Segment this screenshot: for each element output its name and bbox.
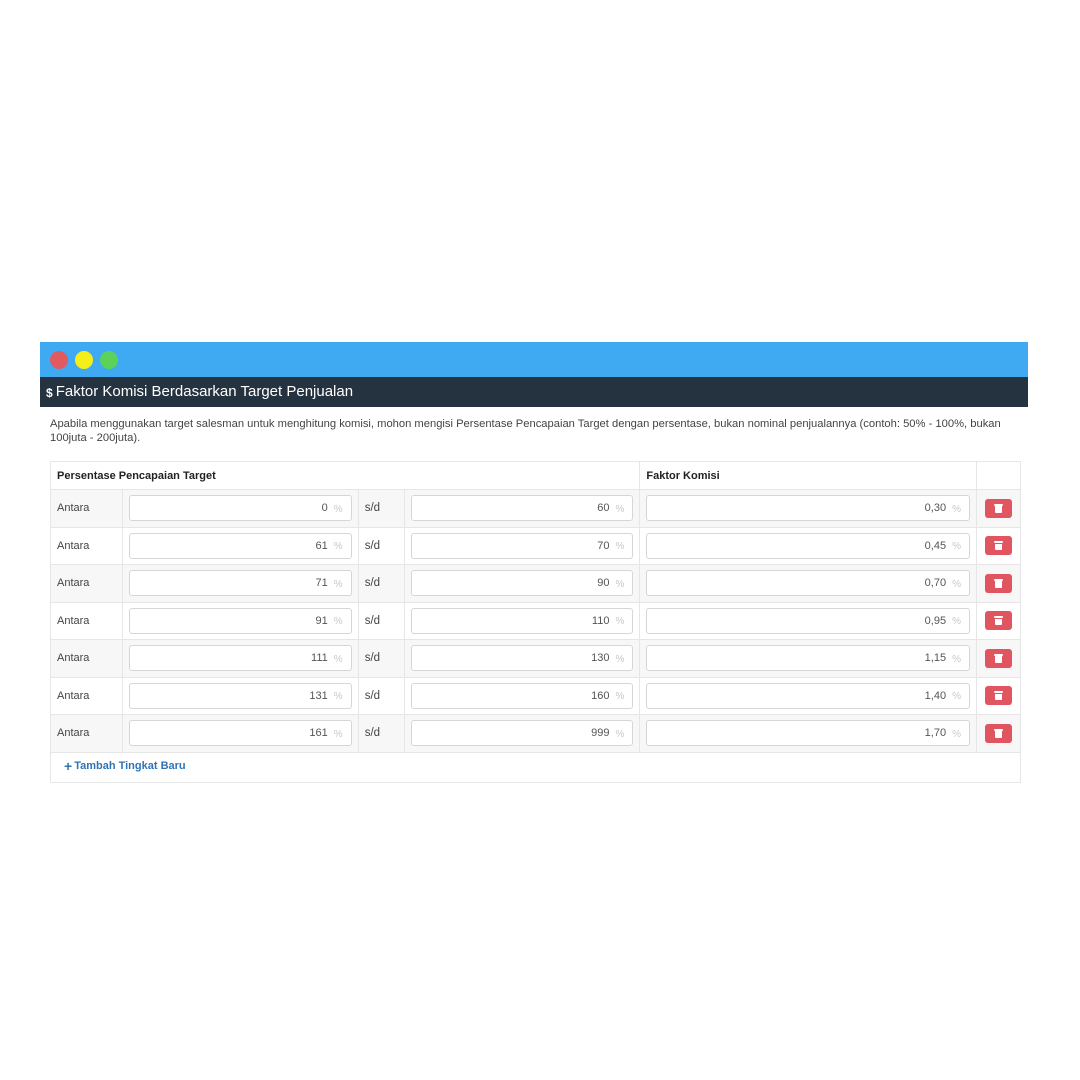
window-titlebar	[40, 342, 1028, 377]
percent-suffix: %	[615, 728, 625, 740]
target-to-input[interactable]: 70 %	[410, 532, 634, 559]
commission-factor-input[interactable]: 1,40 %	[646, 682, 970, 709]
percent-suffix: %	[333, 728, 343, 740]
row-label: Antara	[50, 601, 123, 640]
delete-tier-button[interactable]	[985, 611, 1012, 631]
commission-factor-input[interactable]: 1,70 %	[646, 720, 970, 747]
delete-tier-button[interactable]	[985, 498, 1012, 518]
percent-suffix: %	[333, 541, 343, 553]
range-separator: s/d	[357, 601, 405, 640]
table-row: Antara 111 % s/d 130 % 1,15 %	[50, 639, 1021, 678]
trash-icon	[994, 691, 1003, 701]
percent-suffix: %	[952, 541, 961, 553]
maximize-window-button[interactable]	[100, 351, 118, 369]
target-to-input[interactable]: 60 %	[410, 495, 634, 522]
target-from-input[interactable]: 161 %	[129, 720, 352, 747]
trash-icon	[994, 541, 1003, 551]
range-separator: s/d	[357, 714, 405, 753]
commission-factor-input[interactable]: 0,45 %	[646, 532, 970, 559]
target-to-input[interactable]: 110 %	[410, 607, 634, 634]
target-from-input[interactable]: 131 %	[129, 682, 352, 709]
target-from-input[interactable]: 71 %	[129, 570, 352, 597]
plus-icon: +	[64, 758, 73, 774]
trash-icon	[994, 578, 1003, 588]
range-separator: s/d	[357, 639, 405, 678]
trash-icon	[994, 616, 1003, 626]
commission-factor-input[interactable]: 0,70 %	[646, 570, 970, 597]
percent-suffix: %	[615, 503, 625, 515]
delete-tier-button[interactable]	[985, 573, 1012, 593]
trash-icon	[994, 653, 1003, 663]
commission-factor-input[interactable]: 0,95 %	[646, 607, 970, 634]
row-label: Antara	[50, 676, 123, 715]
add-tier-button[interactable]: + Tambah Tingkat Baru	[64, 758, 186, 774]
delete-tier-button[interactable]	[985, 648, 1012, 668]
percent-suffix: %	[333, 578, 343, 590]
table-row: Antara 161 % s/d 999 % 1,70 %	[50, 714, 1021, 753]
target-from-input[interactable]: 0 %	[129, 495, 352, 522]
delete-tier-button[interactable]	[985, 723, 1012, 743]
table-row: Antara 0 % s/d 60 % 0,30 %	[50, 489, 1021, 528]
percent-suffix: %	[333, 653, 343, 665]
header-actions	[976, 461, 1021, 490]
dollar-icon: $	[46, 386, 53, 400]
range-separator: s/d	[357, 564, 405, 603]
range-separator: s/d	[357, 676, 405, 715]
target-to-input[interactable]: 999 %	[410, 720, 634, 747]
target-to-input[interactable]: 130 %	[410, 645, 634, 672]
target-from-input[interactable]: 111 %	[129, 645, 352, 672]
table-row: Antara 131 % s/d 160 % 1,40 %	[50, 676, 1021, 715]
percent-suffix: %	[615, 578, 625, 590]
range-separator: s/d	[357, 489, 405, 528]
header-target-percentage: Persentase Pencapaian Target	[49, 461, 641, 490]
row-label: Antara	[50, 489, 123, 528]
row-label: Antara	[50, 564, 123, 603]
percent-suffix: %	[952, 691, 961, 703]
target-from-input[interactable]: 91 %	[129, 607, 352, 634]
instruction-note: Apabila menggunakan target salesman untu…	[50, 418, 1001, 444]
row-label: Antara	[50, 526, 123, 565]
percent-suffix: %	[615, 616, 625, 628]
delete-tier-button[interactable]	[985, 536, 1012, 556]
percent-suffix: %	[952, 503, 961, 515]
commission-factor-input[interactable]: 0,30 %	[646, 495, 970, 522]
percent-suffix: %	[952, 728, 961, 740]
percent-suffix: %	[952, 616, 961, 628]
target-from-input[interactable]: 61 %	[129, 532, 352, 559]
trash-icon	[994, 503, 1003, 513]
target-to-input[interactable]: 160 %	[410, 682, 634, 709]
panel-title: Faktor Komisi Berdasarkan Target Penjual…	[55, 383, 354, 400]
add-tier-label: Tambah Tingkat Baru	[74, 760, 186, 772]
table-row: Antara 91 % s/d 110 % 0,95 %	[50, 601, 1021, 640]
percent-suffix: %	[952, 653, 961, 665]
trash-icon	[994, 728, 1003, 738]
row-label: Antara	[50, 714, 123, 753]
percent-suffix: %	[615, 691, 625, 703]
percent-suffix: %	[615, 541, 625, 553]
minimize-window-button[interactable]	[75, 351, 93, 369]
target-to-input[interactable]: 90 %	[410, 570, 634, 597]
close-window-button[interactable]	[50, 351, 68, 369]
panel-header: $ Faktor Komisi Berdasarkan Target Penju…	[40, 377, 1028, 407]
range-separator: s/d	[357, 526, 405, 565]
header-commission-factor: Faktor Komisi	[639, 461, 977, 490]
delete-tier-button[interactable]	[985, 686, 1012, 706]
percent-suffix: %	[333, 616, 343, 628]
commission-factor-input[interactable]: 1,15 %	[646, 645, 970, 672]
table-row: Antara 71 % s/d 90 % 0,70 %	[50, 564, 1021, 603]
percent-suffix: %	[333, 503, 343, 515]
percent-suffix: %	[333, 691, 343, 703]
percent-suffix: %	[952, 578, 961, 590]
percent-suffix: %	[615, 653, 625, 665]
row-label: Antara	[50, 639, 123, 678]
table-row: Antara 61 % s/d 70 % 0,45 %	[50, 526, 1021, 565]
commission-tier-table: Persentase Pencapaian Target Faktor Komi…	[49, 461, 1021, 783]
app-window: $ Faktor Komisi Berdasarkan Target Penju…	[40, 342, 1028, 808]
